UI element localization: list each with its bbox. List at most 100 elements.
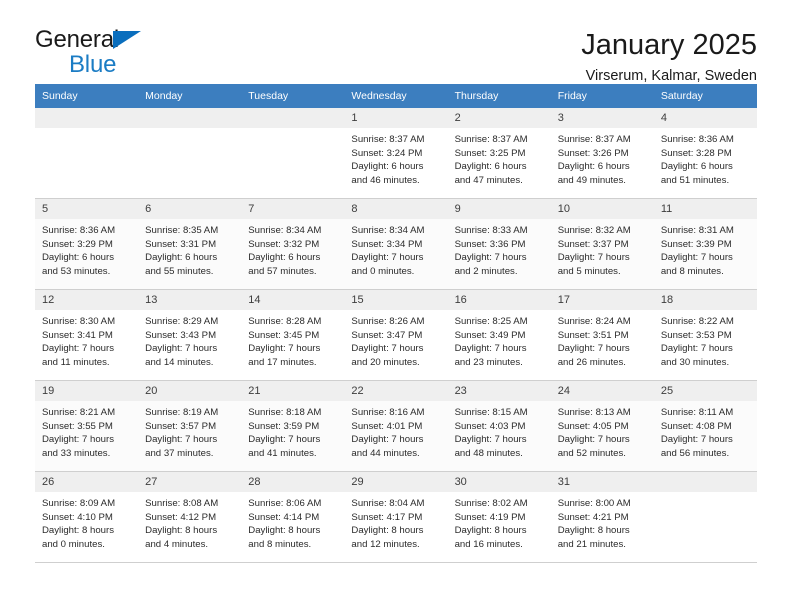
sunset-text: Sunset: 3:55 PM <box>42 420 113 432</box>
calendar-day-cell[interactable]: 21 Sunrise: 8:18 AM Sunset: 3:59 PM Dayligh… <box>241 380 345 472</box>
calendar-day-cell[interactable]: 16 Sunrise: 8:25 AM Sunset: 3:49 PM Dayligh… <box>447 289 551 381</box>
daylight-text-cont: and 51 minutes. <box>660 174 730 186</box>
calendar-day-cell[interactable]: 4 Sunrise: 8:36 AM Sunset: 3:28 PM Daylight… <box>653 108 757 199</box>
sunrise-text: Sunrise: 8:02 AM <box>454 498 528 509</box>
day-number: 25 <box>653 381 757 401</box>
calendar-day-cell[interactable]: 10 Sunrise: 8:32 AM Sunset: 3:37 PM Dayligh… <box>550 198 654 290</box>
calendar-day-cell[interactable]: 2 Sunrise: 8:37 AM Sunset: 3:25 PM Daylight… <box>447 108 551 199</box>
sunset-text: Sunset: 3:31 PM <box>145 238 217 250</box>
calendar-day-cell[interactable]: 17 Sunrise: 8:24 AM Sunset: 3:51 PM Dayligh… <box>550 289 654 381</box>
day-number: 29 <box>344 472 448 492</box>
sunrise-text: Sunrise: 8:33 AM <box>454 225 528 236</box>
calendar-day-cell[interactable]: 12 Sunrise: 8:30 AM Sunset: 3:41 PM Dayligh… <box>35 289 139 381</box>
daylight-text-cont: and 52 minutes. <box>557 447 626 459</box>
daylight-text: Daylight: 7 hours <box>660 252 733 264</box>
day-number: 18 <box>653 290 757 310</box>
daylight-text-cont: and 55 minutes. <box>145 265 214 277</box>
calendar-day-cell-inner: 6 Sunrise: 8:35 AM Sunset: 3:31 PM Daylight… <box>138 199 242 289</box>
calendar-day-cell[interactable]: 7 Sunrise: 8:34 AM Sunset: 3:32 PM Daylight… <box>241 198 345 290</box>
daylight-text: Daylight: 6 hours <box>557 161 630 173</box>
day-number: 13 <box>138 290 242 310</box>
calendar-day-cell[interactable]: 3 Sunrise: 8:37 AM Sunset: 3:26 PM Daylight… <box>550 108 654 199</box>
daylight-text: Daylight: 8 hours <box>42 525 114 537</box>
day-details: Sunrise: 8:34 AM Sunset: 3:34 PM Daylight:… <box>344 219 447 278</box>
calendar-week-row: 26 Sunrise: 8:09 AM Sunset: 4:10 PM Dayligh… <box>35 471 757 563</box>
calendar-day-cell-empty <box>241 108 345 199</box>
daylight-text: Daylight: 8 hours <box>557 525 630 537</box>
sunset-text: Sunset: 3:34 PM <box>351 238 423 250</box>
day-details: Sunrise: 8:21 AM Sunset: 3:55 PM Daylight:… <box>35 401 138 460</box>
sunset-text: Sunset: 4:10 PM <box>42 511 113 523</box>
sunset-text: Sunset: 3:26 PM <box>557 147 629 159</box>
daylight-text-cont: and 56 minutes. <box>660 447 730 459</box>
daylight-text: Daylight: 8 hours <box>145 525 218 537</box>
calendar-day-cell-inner: 28 Sunrise: 8:06 AM Sunset: 4:14 PM Dayligh… <box>241 472 345 562</box>
sunrise-text: Sunrise: 8:37 AM <box>557 134 631 145</box>
calendar-week-row: 1 Sunrise: 8:37 AM Sunset: 3:24 PM Daylight… <box>35 108 757 199</box>
calendar-day-cell[interactable]: 23 Sunrise: 8:15 AM Sunset: 4:03 PM Dayligh… <box>447 380 551 472</box>
daylight-text: Daylight: 8 hours <box>454 525 527 537</box>
calendar-day-cell[interactable]: 1 Sunrise: 8:37 AM Sunset: 3:24 PM Daylight… <box>344 108 448 199</box>
calendar-day-cell[interactable]: 30 Sunrise: 8:02 AM Sunset: 4:19 PM Dayligh… <box>447 471 551 563</box>
sunrise-text: Sunrise: 8:37 AM <box>351 134 425 145</box>
calendar-day-cell[interactable]: 6 Sunrise: 8:35 AM Sunset: 3:31 PM Daylight… <box>138 198 242 290</box>
daylight-text-cont: and 5 minutes. <box>557 265 621 277</box>
daylight-text: Daylight: 7 hours <box>42 343 114 355</box>
calendar-day-cell[interactable]: 20 Sunrise: 8:19 AM Sunset: 3:57 PM Dayligh… <box>138 380 242 472</box>
calendar-day-cell-inner: 29 Sunrise: 8:04 AM Sunset: 4:17 PM Dayligh… <box>344 472 448 562</box>
calendar-day-cell-inner <box>138 108 242 198</box>
day-details: Sunrise: 8:36 AM Sunset: 3:28 PM Daylight:… <box>654 128 757 187</box>
calendar-day-cell[interactable]: 25 Sunrise: 8:11 AM Sunset: 4:08 PM Dayligh… <box>653 380 757 472</box>
daylight-text-cont: and 0 minutes. <box>42 538 105 550</box>
day-details: Sunrise: 8:30 AM Sunset: 3:41 PM Daylight:… <box>35 310 138 369</box>
weekday-header-saturday: Saturday <box>653 84 757 108</box>
sunset-text: Sunset: 4:14 PM <box>248 511 320 523</box>
daylight-text: Daylight: 7 hours <box>42 434 114 446</box>
day-details: Sunrise: 8:13 AM Sunset: 4:05 PM Daylight:… <box>551 401 654 460</box>
daylight-text-cont: and 16 minutes. <box>454 538 523 550</box>
calendar-day-cell[interactable]: 26 Sunrise: 8:09 AM Sunset: 4:10 PM Dayligh… <box>35 471 139 563</box>
daylight-text-cont: and 12 minutes. <box>351 538 420 550</box>
calendar-day-cell[interactable]: 22 Sunrise: 8:16 AM Sunset: 4:01 PM Dayligh… <box>344 380 448 472</box>
day-number: 2 <box>447 108 551 128</box>
calendar-day-cell-inner: 30 Sunrise: 8:02 AM Sunset: 4:19 PM Dayligh… <box>447 472 551 562</box>
sunset-text: Sunset: 3:47 PM <box>351 329 423 341</box>
sunrise-text: Sunrise: 8:34 AM <box>351 225 425 236</box>
day-number: 22 <box>344 381 448 401</box>
calendar-day-cell-inner: 24 Sunrise: 8:13 AM Sunset: 4:05 PM Dayligh… <box>550 381 654 471</box>
calendar-day-cell[interactable]: 8 Sunrise: 8:34 AM Sunset: 3:34 PM Daylight… <box>344 198 448 290</box>
calendar-day-cell[interactable]: 5 Sunrise: 8:36 AM Sunset: 3:29 PM Daylight… <box>35 198 139 290</box>
calendar-day-cell[interactable]: 11 Sunrise: 8:31 AM Sunset: 3:39 PM Dayligh… <box>653 198 757 290</box>
calendar-day-cell[interactable]: 29 Sunrise: 8:04 AM Sunset: 4:17 PM Dayligh… <box>344 471 448 563</box>
daylight-text-cont: and 57 minutes. <box>248 265 317 277</box>
sunrise-text: Sunrise: 8:09 AM <box>42 498 116 509</box>
calendar-day-cell[interactable]: 9 Sunrise: 8:33 AM Sunset: 3:36 PM Daylight… <box>447 198 551 290</box>
day-details: Sunrise: 8:19 AM Sunset: 3:57 PM Daylight:… <box>138 401 241 460</box>
sunrise-text: Sunrise: 8:19 AM <box>145 407 219 418</box>
calendar-day-cell[interactable]: 24 Sunrise: 8:13 AM Sunset: 4:05 PM Dayligh… <box>550 380 654 472</box>
day-number: 5 <box>35 199 139 219</box>
calendar-day-cell[interactable]: 14 Sunrise: 8:28 AM Sunset: 3:45 PM Dayligh… <box>241 289 345 381</box>
day-details: Sunrise: 8:16 AM Sunset: 4:01 PM Daylight:… <box>344 401 447 460</box>
calendar-day-cell-inner: 8 Sunrise: 8:34 AM Sunset: 3:34 PM Daylight… <box>344 199 448 289</box>
calendar-day-cell[interactable]: 28 Sunrise: 8:06 AM Sunset: 4:14 PM Dayligh… <box>241 471 345 563</box>
calendar-day-cell-inner: 26 Sunrise: 8:09 AM Sunset: 4:10 PM Dayligh… <box>35 472 139 562</box>
day-details: Sunrise: 8:32 AM Sunset: 3:37 PM Daylight:… <box>551 219 654 278</box>
calendar-day-cell[interactable]: 19 Sunrise: 8:21 AM Sunset: 3:55 PM Dayligh… <box>35 380 139 472</box>
calendar-day-cell[interactable]: 27 Sunrise: 8:08 AM Sunset: 4:12 PM Dayligh… <box>138 471 242 563</box>
day-details: Sunrise: 8:00 AM Sunset: 4:21 PM Daylight:… <box>551 492 654 551</box>
day-number: 9 <box>447 199 551 219</box>
calendar-day-cell[interactable]: 15 Sunrise: 8:26 AM Sunset: 3:47 PM Dayligh… <box>344 289 448 381</box>
day-number: 1 <box>344 108 448 128</box>
general-blue-logo: General Blue <box>35 28 235 77</box>
calendar-day-cell[interactable]: 31 Sunrise: 8:00 AM Sunset: 4:21 PM Dayligh… <box>550 471 654 563</box>
day-details: Sunrise: 8:18 AM Sunset: 3:59 PM Daylight:… <box>241 401 344 460</box>
sunrise-text: Sunrise: 8:29 AM <box>145 316 219 327</box>
sunset-text: Sunset: 4:12 PM <box>145 511 217 523</box>
day-details: Sunrise: 8:28 AM Sunset: 3:45 PM Daylight:… <box>241 310 344 369</box>
day-details: Sunrise: 8:06 AM Sunset: 4:14 PM Daylight:… <box>241 492 344 551</box>
daylight-text-cont: and 44 minutes. <box>351 447 420 459</box>
calendar-day-cell[interactable]: 13 Sunrise: 8:29 AM Sunset: 3:43 PM Dayligh… <box>138 289 242 381</box>
calendar-day-cell-inner: 19 Sunrise: 8:21 AM Sunset: 3:55 PM Dayligh… <box>35 381 139 471</box>
calendar-day-cell[interactable]: 18 Sunrise: 8:22 AM Sunset: 3:53 PM Dayligh… <box>653 289 757 381</box>
